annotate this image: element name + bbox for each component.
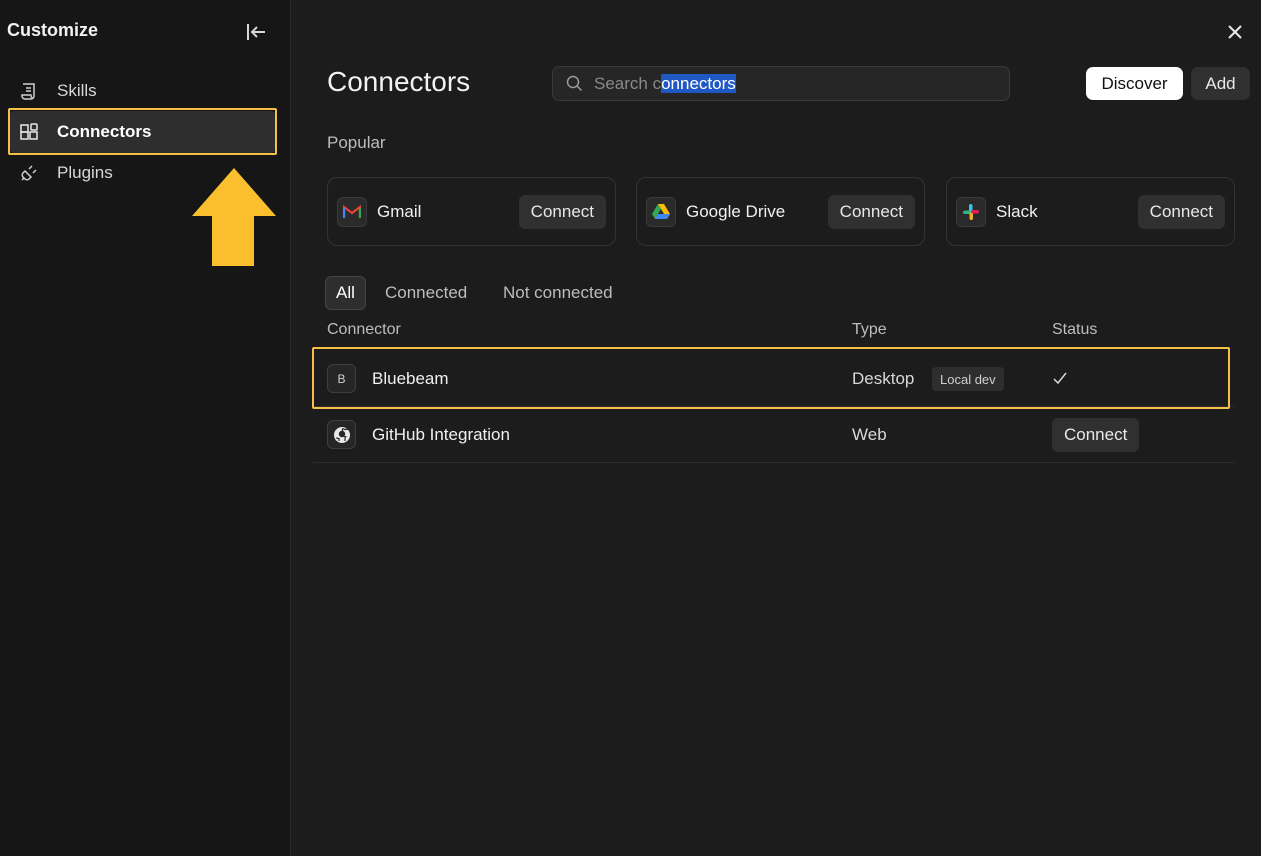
sidebar-item-connectors[interactable]: Connectors (10, 111, 275, 153)
add-button[interactable]: Add (1191, 67, 1250, 100)
check-icon (1052, 367, 1068, 394)
collapse-left-icon (247, 24, 265, 40)
connect-button[interactable]: Connect (827, 194, 915, 229)
popular-card-gmail: Gmail Connect (327, 177, 616, 246)
popular-card-google-drive: Google Drive Connect (636, 177, 925, 246)
card-name: Slack (996, 201, 1038, 221)
search-input[interactable]: Search connectors (552, 66, 1010, 101)
sidebar-item-label: Plugins (57, 163, 113, 182)
sidebar: Customize Skills Connectors Plugins (0, 0, 291, 856)
connector-name: Bluebeam (372, 369, 449, 388)
table-row[interactable]: B Bluebeam Desktop Local dev (313, 351, 1235, 407)
column-header-connector: Connector (327, 321, 401, 338)
github-icon (327, 420, 356, 449)
close-icon (1228, 25, 1242, 39)
connector-name: GitHub Integration (372, 425, 510, 444)
connect-button[interactable]: Connect (1052, 418, 1140, 452)
column-header-status: Status (1052, 321, 1098, 338)
sidebar-title: Customize (7, 20, 99, 40)
table-row[interactable]: GitHub Integration Web Connect (313, 407, 1235, 463)
up-arrow-icon (192, 168, 276, 266)
sidebar-item-skills[interactable]: Skills (10, 70, 275, 112)
discover-button[interactable]: Discover (1086, 67, 1183, 100)
filter-tab-not-connected[interactable]: Not connected (503, 276, 613, 310)
gmail-icon (337, 196, 367, 227)
close-button[interactable] (1222, 19, 1248, 45)
column-header-type: Type (852, 321, 887, 338)
card-name: Gmail (377, 201, 422, 221)
grid-icon (19, 122, 39, 142)
sidebar-item-label: Connectors (57, 122, 152, 141)
page-title: Connectors (327, 66, 471, 97)
connect-button[interactable]: Connect (518, 194, 606, 229)
popular-card-slack: Slack Connect (946, 177, 1235, 246)
card-name: Google Drive (686, 201, 786, 221)
filter-tab-connected[interactable]: Connected (385, 276, 467, 310)
bluebeam-logo: B (327, 364, 356, 393)
connector-type: Web (852, 425, 887, 444)
local-dev-badge: Local dev (932, 367, 1004, 391)
scroll-icon (19, 81, 39, 101)
connect-button[interactable]: Connect (1137, 194, 1225, 229)
collapse-sidebar-button[interactable] (243, 19, 269, 45)
sidebar-item-label: Skills (57, 81, 97, 100)
connector-type: Desktop (852, 369, 915, 388)
filter-tab-all[interactable]: All (325, 276, 366, 310)
slack-icon (956, 196, 986, 227)
popular-section-label: Popular (327, 133, 386, 152)
google-drive-icon (646, 196, 676, 227)
search-text-selected: onnectors (661, 73, 736, 93)
plug-icon (19, 163, 39, 183)
search-placeholder: Search connectors (594, 73, 736, 94)
search-text-prefix: Search c (594, 73, 662, 93)
search-icon (566, 75, 584, 93)
